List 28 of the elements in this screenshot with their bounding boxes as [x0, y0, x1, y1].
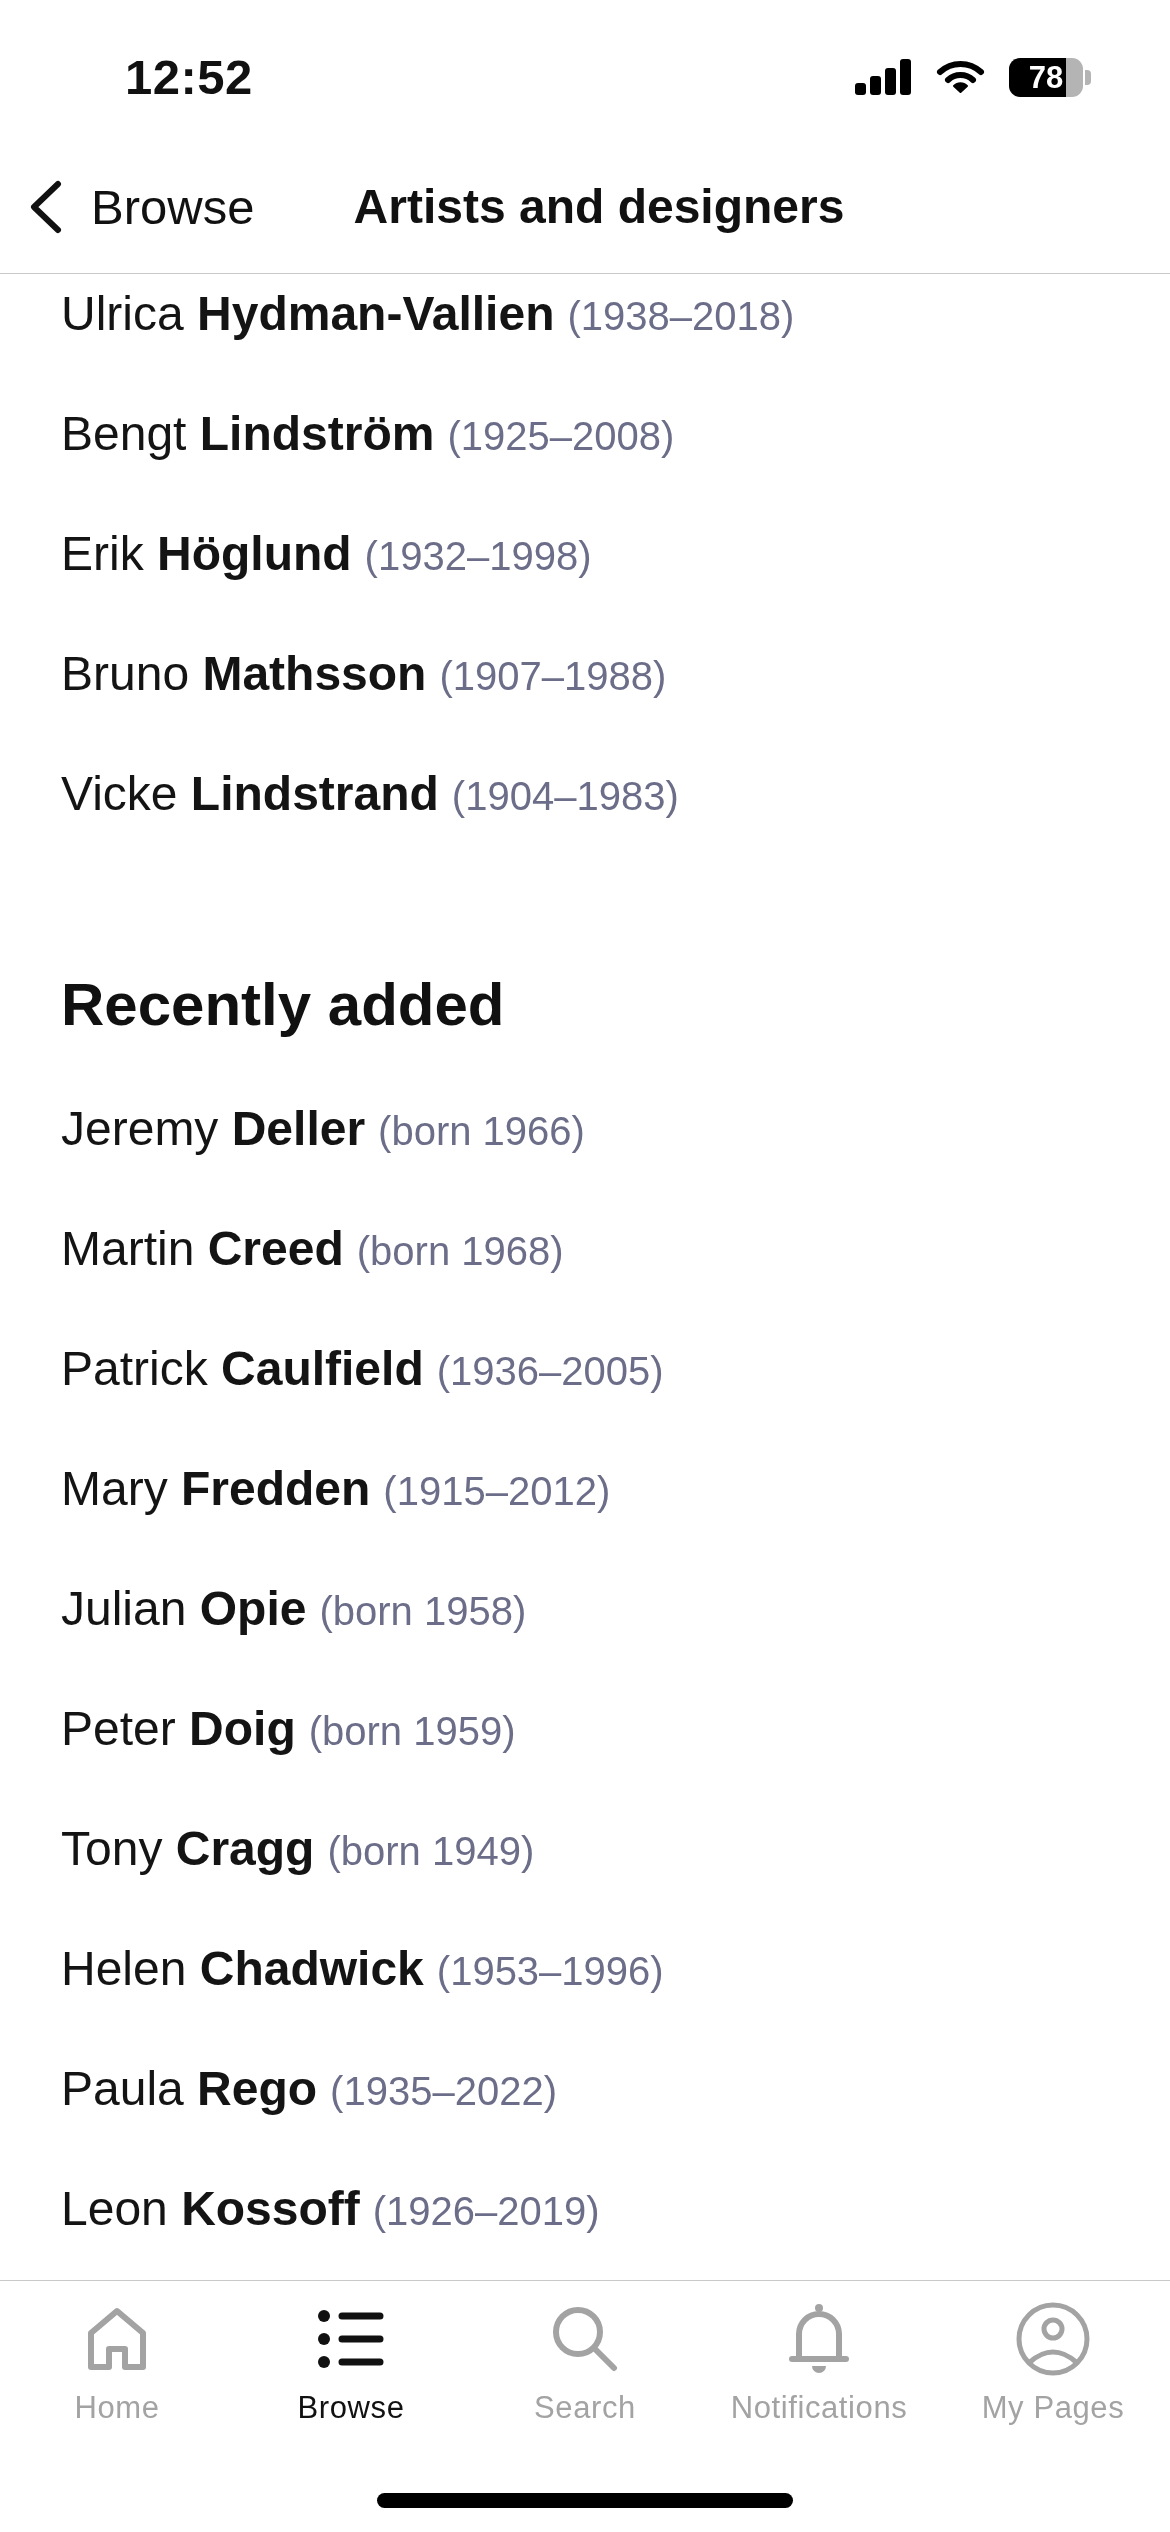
artist-list-item[interactable]: Martin Creed (born 1968): [61, 1221, 564, 1277]
artist-list-item[interactable]: Paula Rego (1935–2022): [61, 2061, 557, 2117]
status-time: 12:52: [125, 49, 253, 105]
artist-list-item[interactable]: Bruno Mathsson (1907–1988): [61, 646, 667, 702]
artist-list-item[interactable]: Jeremy Deller (born 1966): [61, 1101, 585, 1157]
artist-list-item[interactable]: Julian Opie (born 1958): [61, 1581, 527, 1637]
back-button[interactable]: Browse: [28, 179, 255, 235]
artist-list-item[interactable]: Peter Doig (born 1959): [61, 1701, 516, 1757]
artist-list-item[interactable]: Tony Cragg (born 1949): [61, 1821, 535, 1877]
artist-list-item[interactable]: Erik Höglund (1932–1998): [61, 526, 592, 582]
house-icon: [87, 2307, 147, 2371]
bell-icon: [788, 2302, 850, 2376]
artist-list-item[interactable]: Patrick Caulfield (1936–2005): [61, 1341, 664, 1397]
search-icon: [552, 2306, 618, 2372]
artist-list-item[interactable]: Leon Kossoff (1926–2019): [61, 2181, 600, 2237]
artist-list-item[interactable]: Mary Fredden (1915–2012): [61, 1461, 611, 1517]
artist-list-item[interactable]: Ulrica Hydman-Vallien (1938–2018): [61, 286, 795, 342]
tab-bar-item[interactable]: Browse: [234, 2301, 468, 2426]
signal-icon: [855, 59, 912, 95]
chevron-left-icon: [28, 180, 62, 234]
artist-list-item[interactable]: Bengt Lindström (1925–2008): [61, 406, 675, 462]
artist-list-item[interactable]: Helen Chadwick (1953–1996): [61, 1941, 664, 1997]
artist-list-item[interactable]: Vicke Lindstrand (1904–1983): [61, 766, 679, 822]
person-circle-icon: [1016, 2302, 1090, 2376]
page-title: Artists and designers: [353, 179, 845, 235]
section-heading: Recently added: [61, 972, 505, 1038]
list-icon: [318, 2310, 384, 2368]
wifi-icon: [936, 59, 985, 95]
